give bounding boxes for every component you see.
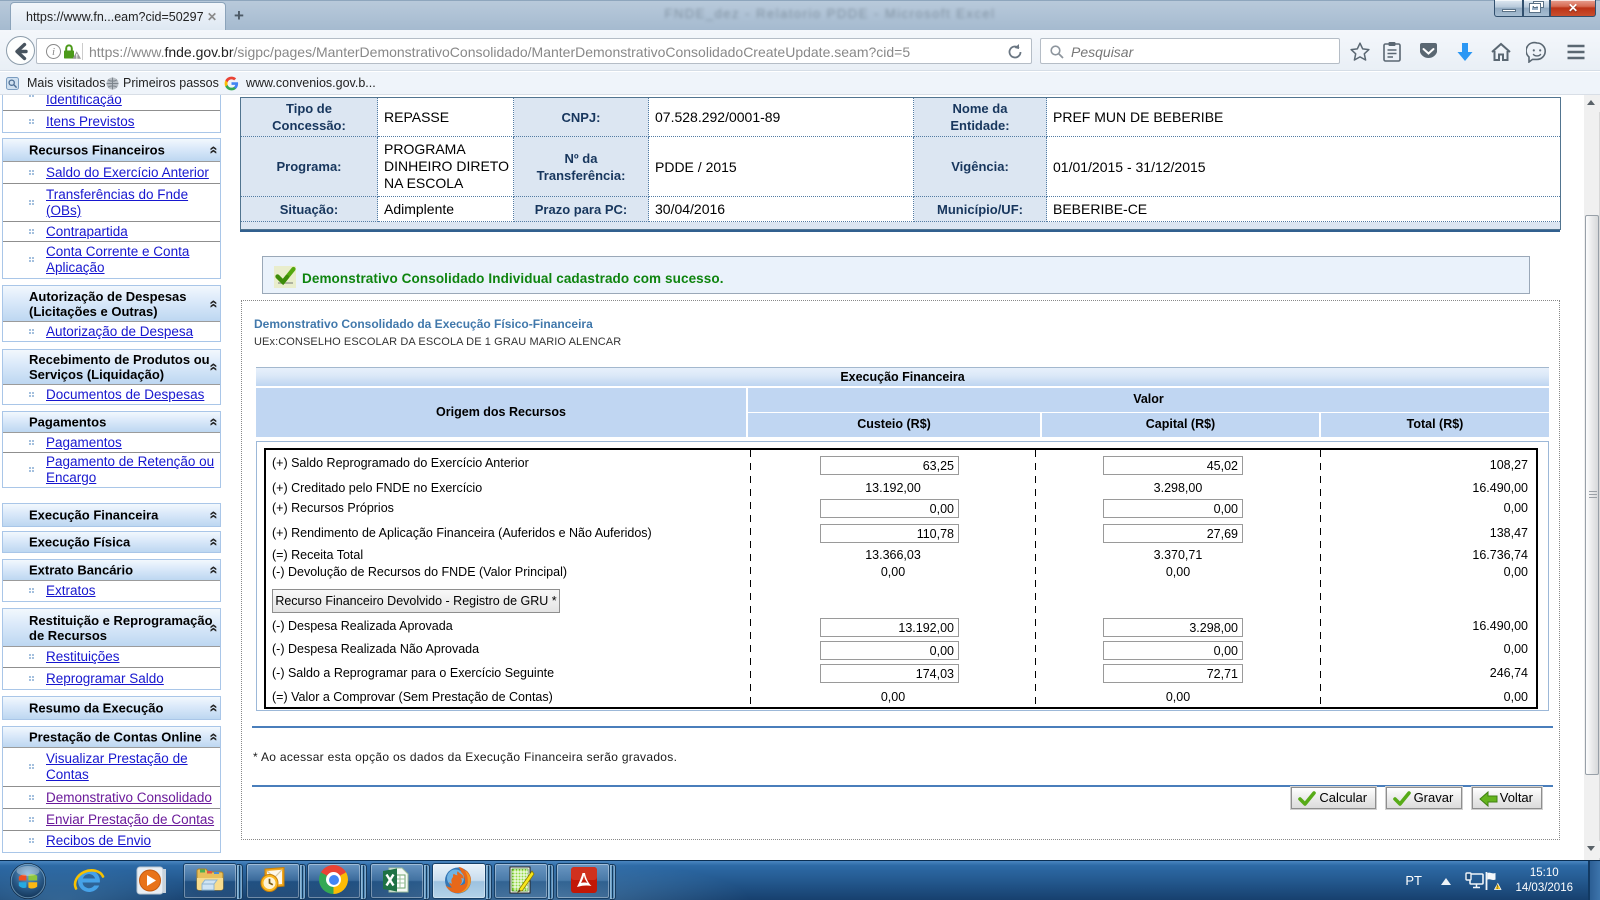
svg-text:!: ! (1496, 885, 1498, 891)
